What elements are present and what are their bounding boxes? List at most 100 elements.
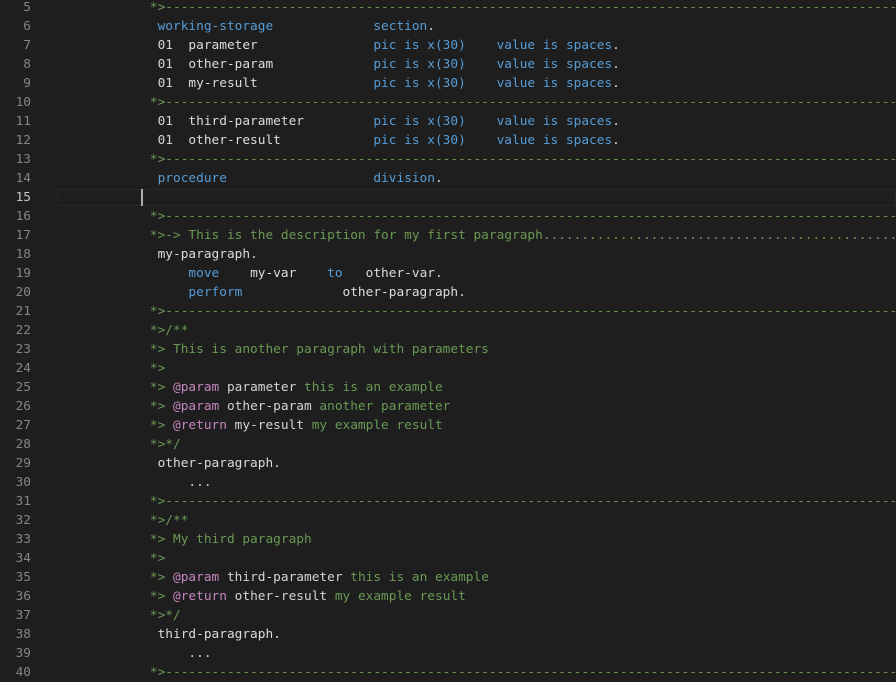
token-comment: *>--------------------------------------… <box>103 664 896 680</box>
line-number: 10 <box>15 94 31 110</box>
code-text: *>--------------------------------------… <box>104 207 896 226</box>
code-editor[interactable]: 5 *>------------------------------------… <box>0 0 896 682</box>
token-comment: *>--------------------------------------… <box>103 208 896 224</box>
line-number: 26 <box>15 398 31 414</box>
token-kw: working-storage section <box>103 18 428 34</box>
code-text: *> @return my-result my example result <box>104 416 443 435</box>
token-comment: *>--------------------------------------… <box>103 94 896 110</box>
token-kw: procedure division <box>103 170 435 186</box>
token-tag: @param <box>173 398 220 414</box>
code-line[interactable]: 26 *> @param other-param another paramet… <box>0 397 896 416</box>
token-comment: this is an example <box>296 379 443 395</box>
line-number: 36 <box>15 588 31 604</box>
code-line[interactable]: 32 *>/** <box>0 511 896 530</box>
code-line[interactable]: 34 *> <box>0 549 896 568</box>
code-line[interactable]: 37 *>*/ <box>0 606 896 625</box>
code-text: third-paragraph. <box>104 625 281 644</box>
current-line-highlight <box>57 188 896 206</box>
line-number: 15 <box>15 189 31 205</box>
code-line[interactable]: 28 *>*/ <box>0 435 896 454</box>
token-plain: . <box>434 265 443 281</box>
token-comment: *>/** <box>103 512 189 528</box>
token-comment: *> This is another paragraph with parame… <box>103 341 489 357</box>
token-plain: 01 <box>103 75 189 91</box>
token-name: my-paragraph <box>103 246 251 262</box>
line-number: 8 <box>23 56 31 72</box>
token-comment: *> <box>103 379 174 395</box>
code-line[interactable]: 22 *>/** <box>0 321 896 340</box>
token-comment: *>--------------------------------------… <box>103 303 896 319</box>
code-line[interactable]: 39 ... <box>0 644 896 663</box>
code-line[interactable]: 29 other-paragraph. <box>0 454 896 473</box>
code-text: *> This is another paragraph with parame… <box>104 340 489 359</box>
token-name: my-var <box>250 265 297 281</box>
code-text: *>--------------------------------------… <box>104 93 896 112</box>
token-name: parameter <box>188 37 258 53</box>
code-line[interactable]: 18 my-paragraph. <box>0 245 896 264</box>
line-number: 21 <box>15 303 31 319</box>
code-text: *>--------------------------------------… <box>104 492 896 511</box>
line-number: 19 <box>15 265 31 281</box>
code-line[interactable]: 24 *> <box>0 359 896 378</box>
line-number: 32 <box>15 512 31 528</box>
code-line[interactable]: 5 *>------------------------------------… <box>0 0 896 17</box>
token-plain: . <box>434 170 443 186</box>
code-text: *>--------------------------------------… <box>104 150 896 169</box>
line-number: 23 <box>15 341 31 357</box>
token-plain: 01 <box>103 132 189 148</box>
token-tag: @return <box>173 588 227 604</box>
code-line[interactable]: 20 perform other-paragraph. <box>0 283 896 302</box>
line-number: 14 <box>15 170 31 186</box>
token-kw: move <box>103 265 251 281</box>
token-plain: . <box>612 132 620 148</box>
code-line[interactable]: 9 01 my-result pic is x(30) value is spa… <box>0 74 896 93</box>
code-line[interactable]: 21 *>-----------------------------------… <box>0 302 896 321</box>
code-line[interactable]: 38 third-paragraph. <box>0 625 896 644</box>
token-comment: *> <box>103 550 166 566</box>
token-plain: . <box>612 75 620 91</box>
line-number: 39 <box>15 645 31 661</box>
code-line[interactable]: 36 *> @return other-result my example re… <box>0 587 896 606</box>
code-line[interactable]: 33 *> My third paragraph <box>0 530 896 549</box>
code-text: working-storage section. <box>104 17 435 36</box>
code-line[interactable]: 8 01 other-param pic is x(30) value is s… <box>0 55 896 74</box>
code-line[interactable]: 23 *> This is another paragraph with par… <box>0 340 896 359</box>
code-text: other-paragraph. <box>104 454 281 473</box>
token-kw: perform <box>103 284 343 300</box>
code-text: *>/** <box>104 511 189 530</box>
code-line[interactable]: 16 *>-----------------------------------… <box>0 207 896 226</box>
code-line[interactable]: 10 *>-----------------------------------… <box>0 93 896 112</box>
line-number: 28 <box>15 436 31 452</box>
token-comment: *> <box>103 588 174 604</box>
code-text: *>--------------------------------------… <box>104 302 896 321</box>
code-text: my-paragraph. <box>104 245 258 264</box>
code-line[interactable]: 40 *>-----------------------------------… <box>0 663 896 682</box>
code-line[interactable]: 11 01 third-parameter pic is x(30) value… <box>0 112 896 131</box>
code-line[interactable]: 19 move my-var to other-var. <box>0 264 896 283</box>
token-name: third-parameter <box>188 113 304 129</box>
token-plain: my-result <box>226 417 304 433</box>
code-line[interactable]: 15 <box>0 188 896 207</box>
code-line[interactable]: 31 *>-----------------------------------… <box>0 492 896 511</box>
token-comment: *> <box>103 360 166 376</box>
code-line[interactable]: 7 01 parameter pic is x(30) value is spa… <box>0 36 896 55</box>
code-line[interactable]: 27 *> @return my-result my example resul… <box>0 416 896 435</box>
code-text: 01 third-parameter pic is x(30) value is… <box>104 112 620 131</box>
token-name: other-var <box>365 265 435 281</box>
code-line[interactable]: 12 01 other-result pic is x(30) value is… <box>0 131 896 150</box>
line-number: 34 <box>15 550 31 566</box>
token-comment: *> My third paragraph <box>103 531 312 547</box>
line-number: 12 <box>15 132 31 148</box>
code-line[interactable]: 17 *>-> This is the description for my f… <box>0 226 896 245</box>
code-text: ... <box>104 473 211 492</box>
token-comment: *> <box>103 569 174 585</box>
code-line[interactable]: 13 *>-----------------------------------… <box>0 150 896 169</box>
code-line[interactable]: 14 procedure division. <box>0 169 896 188</box>
code-text: 01 parameter pic is x(30) value is space… <box>104 36 620 55</box>
code-text: *> <box>103 359 166 378</box>
code-line[interactable]: 30 ... <box>0 473 896 492</box>
code-line[interactable]: 25 *> @param parameter this is an exampl… <box>0 378 896 397</box>
token-name: other-result <box>188 132 281 148</box>
code-line[interactable]: 35 *> @param third-parameter this is an … <box>0 568 896 587</box>
code-line[interactable]: 6 working-storage section. <box>0 17 896 36</box>
